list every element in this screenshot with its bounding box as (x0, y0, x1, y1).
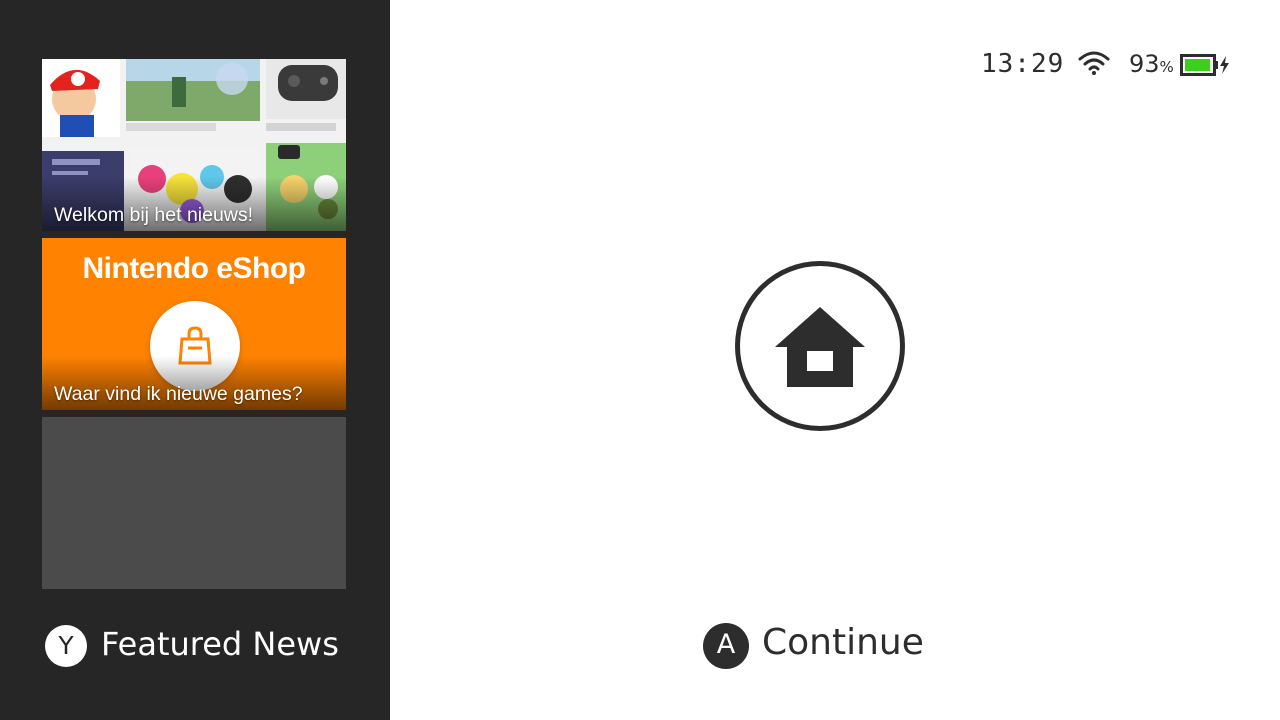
news-card-empty[interactable] (42, 417, 346, 589)
featured-news-label[interactable]: Featured News (101, 625, 339, 663)
clock-time: 13:29 (981, 49, 1065, 79)
featured-news-sidebar: Welkom bij het nieuws! Nintendo eShop Wa… (0, 0, 390, 720)
a-button-icon[interactable]: A (703, 623, 749, 669)
home-button[interactable] (735, 261, 905, 431)
charging-bolt-icon (1220, 56, 1229, 74)
battery-percentage: 93% (1129, 50, 1174, 78)
wifi-icon (1078, 51, 1110, 75)
eshop-logo-text: Nintendo eShop (82, 252, 306, 285)
y-button-glyph: Y (58, 631, 74, 660)
y-button-icon[interactable]: Y (45, 625, 87, 667)
battery-icon (1180, 54, 1229, 76)
news-card-eshop[interactable]: Nintendo eShop Waar vind ik nieuwe games… (42, 238, 346, 410)
home-icon (775, 307, 865, 387)
continue-label[interactable]: Continue (762, 622, 924, 663)
news-card-welcome[interactable]: Welkom bij het nieuws! (42, 59, 346, 231)
news-card-label: Waar vind ik nieuwe games? (54, 383, 303, 405)
news-card-label: Welkom bij het nieuws! (54, 204, 254, 226)
a-button-glyph: A (716, 629, 736, 660)
